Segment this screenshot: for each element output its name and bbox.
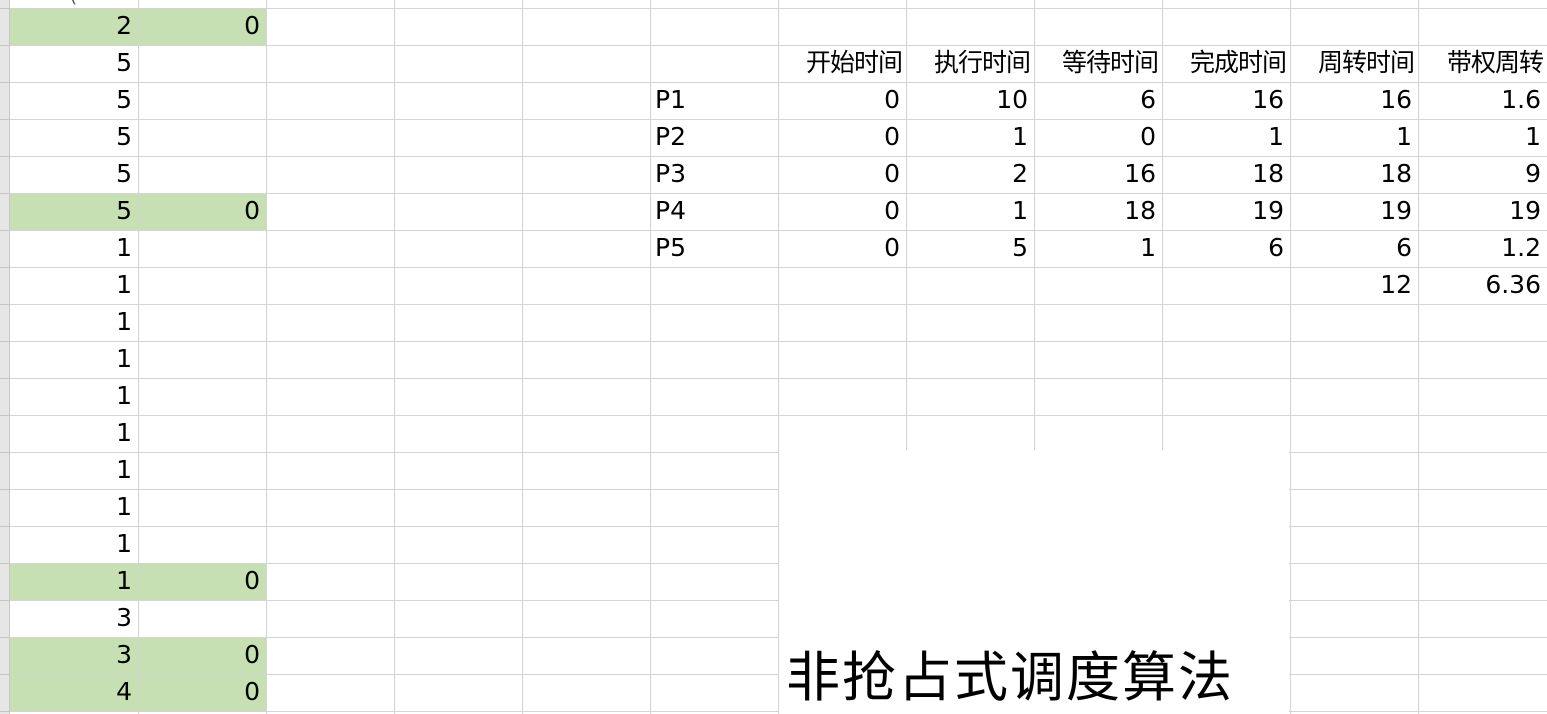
row-header-divider bbox=[0, 8, 10, 9]
value-cell[interactable]: 19 bbox=[1290, 193, 1418, 230]
header-cell-1[interactable]: 开始时间 bbox=[778, 45, 906, 82]
value-cell[interactable]: 1 bbox=[1418, 119, 1547, 156]
row-header[interactable] bbox=[0, 0, 10, 714]
value-cell[interactable]: 18 bbox=[1162, 156, 1290, 193]
value-cell[interactable]: 0 bbox=[778, 82, 906, 119]
row-header-divider bbox=[0, 415, 10, 416]
cell-b11[interactable]: 1 bbox=[10, 378, 138, 415]
process-name-cell[interactable]: P5 bbox=[650, 230, 778, 267]
cell-b18[interactable]: 3 bbox=[10, 637, 138, 674]
value-cell[interactable]: 0 bbox=[778, 193, 906, 230]
value-cell[interactable]: 10 bbox=[906, 82, 1034, 119]
cell-b5[interactable]: 5 bbox=[10, 156, 138, 193]
value-cell[interactable]: 5 bbox=[906, 230, 1034, 267]
value-cell[interactable]: 1 bbox=[1162, 119, 1290, 156]
row-header-divider bbox=[0, 193, 10, 194]
cell-b10[interactable]: 1 bbox=[10, 341, 138, 378]
value-cell[interactable]: 19 bbox=[1418, 193, 1547, 230]
partial-cell-text: ( bbox=[70, 0, 77, 7]
value-cell[interactable]: 9 bbox=[1418, 156, 1547, 193]
row-header-divider bbox=[0, 637, 10, 638]
cell-b15[interactable]: 1 bbox=[10, 526, 138, 563]
row-header-divider bbox=[0, 267, 10, 268]
row-header-divider bbox=[0, 711, 10, 712]
row-header-divider bbox=[0, 230, 10, 231]
cell-c18[interactable]: 0 bbox=[138, 637, 266, 674]
cell-b17[interactable]: 3 bbox=[10, 600, 138, 637]
value-cell[interactable]: 16 bbox=[1162, 82, 1290, 119]
row-header-divider bbox=[0, 452, 10, 453]
row-header-divider bbox=[0, 156, 10, 157]
row-header-divider bbox=[0, 119, 10, 120]
value-cell[interactable]: 1 bbox=[906, 119, 1034, 156]
cell-b14[interactable]: 1 bbox=[10, 489, 138, 526]
value-cell[interactable]: 16 bbox=[1034, 156, 1162, 193]
header-cell-4[interactable]: 完成时间 bbox=[1162, 45, 1290, 82]
row-header-divider bbox=[0, 82, 10, 83]
cell-b7[interactable]: 1 bbox=[10, 230, 138, 267]
avg-turnaround-cell[interactable]: 12 bbox=[1290, 267, 1418, 304]
cell-b16[interactable]: 1 bbox=[10, 563, 138, 600]
cell-c1[interactable]: 0 bbox=[138, 8, 266, 45]
row-header-divider bbox=[0, 563, 10, 564]
value-cell[interactable]: 6 bbox=[1034, 82, 1162, 119]
cell-b6[interactable]: 5 bbox=[10, 193, 138, 230]
value-cell[interactable]: 19 bbox=[1162, 193, 1290, 230]
row-header-divider bbox=[0, 45, 10, 46]
value-cell[interactable]: 1 bbox=[906, 193, 1034, 230]
value-cell[interactable]: 0 bbox=[778, 156, 906, 193]
value-cell[interactable]: 18 bbox=[1290, 156, 1418, 193]
cell-b13[interactable]: 1 bbox=[10, 452, 138, 489]
chart-title[interactable]: 非抢占式调度算法 bbox=[786, 643, 1234, 713]
row-header-divider bbox=[0, 600, 10, 601]
value-cell[interactable]: 16 bbox=[1290, 82, 1418, 119]
cell-b8[interactable]: 1 bbox=[10, 267, 138, 304]
row-header-divider bbox=[0, 526, 10, 527]
value-cell[interactable]: 1.6 bbox=[1418, 82, 1547, 119]
cell-c6[interactable]: 0 bbox=[138, 193, 266, 230]
cell-b3[interactable]: 5 bbox=[10, 82, 138, 119]
value-cell[interactable]: 1.2 bbox=[1418, 230, 1547, 267]
row-header-divider bbox=[0, 674, 10, 675]
process-name-cell[interactable]: P3 bbox=[650, 156, 778, 193]
row-header-divider bbox=[0, 304, 10, 305]
value-cell[interactable]: 1 bbox=[1290, 119, 1418, 156]
value-cell[interactable]: 6 bbox=[1290, 230, 1418, 267]
header-cell-3[interactable]: 等待时间 bbox=[1034, 45, 1162, 82]
value-cell[interactable]: 1 bbox=[1034, 230, 1162, 267]
value-cell[interactable]: 6 bbox=[1162, 230, 1290, 267]
process-name-cell[interactable]: P1 bbox=[650, 82, 778, 119]
cell-b9[interactable]: 1 bbox=[10, 304, 138, 341]
cell-c16[interactable]: 0 bbox=[138, 563, 266, 600]
spreadsheet[interactable]: ( 255555111111111133400000开始时间执行时间等待时间完成… bbox=[0, 0, 1547, 714]
header-cell-5[interactable]: 周转时间 bbox=[1290, 45, 1418, 82]
value-cell[interactable]: 0 bbox=[778, 230, 906, 267]
value-cell[interactable]: 18 bbox=[1034, 193, 1162, 230]
header-cell-6[interactable]: 带权周转 bbox=[1418, 45, 1547, 82]
value-cell[interactable]: 0 bbox=[1034, 119, 1162, 156]
avg-weighted-cell[interactable]: 6.36 bbox=[1418, 267, 1547, 304]
cell-b12[interactable]: 1 bbox=[10, 415, 138, 452]
process-name-cell[interactable]: P4 bbox=[650, 193, 778, 230]
cell-b1[interactable]: 2 bbox=[10, 8, 138, 45]
value-cell[interactable]: 0 bbox=[778, 119, 906, 156]
row-header-divider bbox=[0, 341, 10, 342]
value-cell[interactable]: 2 bbox=[906, 156, 1034, 193]
row-header-divider bbox=[0, 378, 10, 379]
cell-b4[interactable]: 5 bbox=[10, 119, 138, 156]
row-header-divider bbox=[0, 489, 10, 490]
cell-b19[interactable]: 4 bbox=[10, 674, 138, 711]
header-cell-2[interactable]: 执行时间 bbox=[906, 45, 1034, 82]
cell-c19[interactable]: 0 bbox=[138, 674, 266, 711]
process-name-cell[interactable]: P2 bbox=[650, 119, 778, 156]
cell-b2[interactable]: 5 bbox=[10, 45, 138, 82]
